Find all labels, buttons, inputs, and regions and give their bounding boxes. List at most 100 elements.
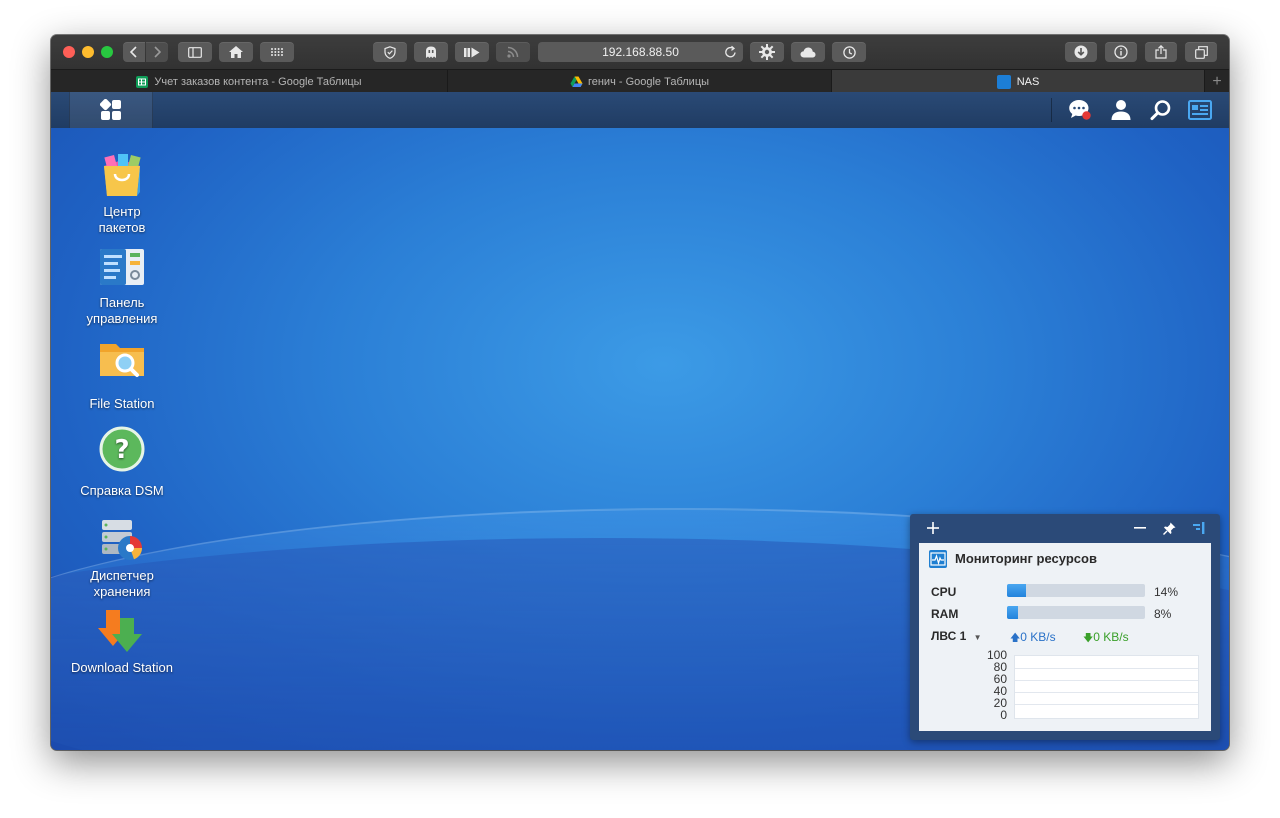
- close-window-button[interactable]: [63, 46, 75, 58]
- download-icon: [1074, 45, 1088, 59]
- desktop-icon-package-center[interactable]: Центр пакетов: [62, 152, 182, 236]
- resource-monitor-icon: [929, 550, 947, 568]
- taskbar-separator: [1051, 98, 1052, 122]
- widget-panel: Мониторинг ресурсов CPU 14% RAM 8% ЛВС 1…: [910, 514, 1220, 740]
- desktop-icon-help[interactable]: ? Справка DSM: [62, 425, 182, 499]
- widget-title: Мониторинг ресурсов: [955, 551, 1097, 566]
- apps-grid-icon: [100, 99, 121, 120]
- grid-icon: [271, 48, 283, 56]
- zoom-window-button[interactable]: [101, 46, 113, 58]
- settings-extension-button[interactable]: [750, 42, 784, 62]
- downloads-button[interactable]: [1065, 42, 1097, 62]
- user-menu-button[interactable]: [1103, 92, 1139, 128]
- minimize-window-button[interactable]: [82, 46, 94, 58]
- sidebar-button[interactable]: [178, 42, 212, 62]
- cpu-label: CPU: [931, 585, 957, 599]
- info-button[interactable]: [1105, 42, 1137, 62]
- history-extension-button[interactable]: [832, 42, 866, 62]
- ghost-icon: [426, 46, 436, 58]
- minus-icon: [1134, 527, 1146, 529]
- desktop-icon-storage-manager[interactable]: Диспетчер хранения: [62, 516, 182, 600]
- tab-overview-button[interactable]: [1185, 42, 1217, 62]
- search-button[interactable]: [1143, 92, 1179, 128]
- tab-label: генич - Google Таблицы: [587, 75, 710, 88]
- browser-toolbar: 192.168.88.50: [51, 35, 1229, 69]
- tick-0: 0: [1000, 708, 1007, 722]
- ram-usage-fill: [1007, 606, 1019, 619]
- google-sheets-icon: [136, 75, 149, 88]
- gridline: [1015, 704, 1198, 705]
- minimize-widget-button[interactable]: [1131, 519, 1149, 537]
- chart-y-ticks: 100 80 60 40 20 0: [981, 649, 1007, 721]
- tab-orders-sheet[interactable]: Учет заказов контента - Google Таблицы: [51, 70, 448, 93]
- icon-label: File Station: [89, 396, 155, 411]
- network-chart: [1014, 655, 1199, 719]
- desktop-icon-file-station[interactable]: File Station: [62, 334, 182, 412]
- gridline: [1015, 668, 1198, 669]
- gridline: [1015, 692, 1198, 693]
- share-button[interactable]: [1145, 42, 1177, 62]
- gridline: [1015, 680, 1198, 681]
- address-text: 192.168.88.50: [602, 45, 679, 59]
- media-extension-button[interactable]: [455, 42, 489, 62]
- cloud-extension-button[interactable]: [791, 42, 825, 62]
- chevron-right-icon: [154, 46, 161, 58]
- upload-arrow-icon: 🡅: [1010, 633, 1021, 644]
- help-icon: ?: [98, 425, 146, 473]
- pin-icon: [1162, 522, 1175, 535]
- home-button[interactable]: [219, 42, 253, 62]
- download-speed-value: 0 KB/s: [1093, 630, 1129, 644]
- clock-icon: [842, 45, 856, 59]
- shield-icon: [384, 45, 396, 59]
- google-drive-icon: [570, 76, 583, 88]
- shield-extension-button[interactable]: [373, 42, 407, 62]
- tab-genich-sheet[interactable]: генич - Google Таблицы: [448, 70, 832, 93]
- dsm-desktop: Центр пакетов Панель управления File Sta…: [51, 128, 1229, 750]
- network-selector[interactable]: ЛВС 1 ▼: [931, 629, 982, 643]
- play-icon: [464, 47, 480, 57]
- ram-percent: 8%: [1154, 607, 1172, 621]
- pin-widget-button[interactable]: [1160, 519, 1178, 537]
- info-icon: [1114, 45, 1128, 59]
- plus-icon: [927, 522, 939, 534]
- add-widget-button[interactable]: [924, 519, 942, 537]
- gear-icon: [759, 44, 775, 60]
- rss-button[interactable]: [496, 42, 530, 62]
- widget-header: [910, 514, 1220, 542]
- dsm-taskbar: [51, 92, 1229, 129]
- upload-speed-value: 0 KB/s: [1020, 630, 1056, 644]
- resource-monitor-widget: Мониторинг ресурсов CPU 14% RAM 8% ЛВС 1…: [919, 543, 1211, 731]
- dsm-icon: [996, 74, 1011, 89]
- notifications-button[interactable]: [1062, 92, 1098, 128]
- download-arrow-icon: 🡇: [1083, 633, 1094, 644]
- ghostery-extension-button[interactable]: [414, 42, 448, 62]
- desktop-icon-download-station[interactable]: Download Station: [62, 608, 182, 676]
- back-button[interactable]: [123, 42, 145, 62]
- top-sites-button[interactable]: [260, 42, 294, 62]
- tab-label: Учет заказов контента - Google Таблицы: [154, 75, 362, 88]
- tab-nas[interactable]: NAS: [832, 70, 1205, 93]
- new-tab-button[interactable]: +: [1205, 70, 1229, 93]
- upload-speed: 🡅0 KB/s: [1010, 630, 1056, 648]
- download-station-icon: [98, 608, 146, 656]
- widgets-button[interactable]: [1182, 92, 1218, 128]
- address-bar[interactable]: 192.168.88.50: [538, 42, 743, 62]
- search-icon: [1150, 100, 1171, 121]
- control-panel-icon: [98, 243, 146, 291]
- widgets-icon: [1188, 100, 1212, 120]
- download-speed: 🡇0 KB/s: [1083, 630, 1129, 648]
- package-center-icon: [98, 152, 146, 200]
- ram-label: RAM: [931, 607, 959, 621]
- reload-icon[interactable]: [724, 45, 737, 59]
- icon-label: Download Station: [71, 660, 173, 675]
- tab-bar: Учет заказов контента - Google Таблицы г…: [51, 69, 1229, 93]
- forward-button[interactable]: [146, 42, 168, 62]
- icon-label: Справка DSM: [80, 483, 164, 498]
- main-menu-button[interactable]: [69, 92, 153, 128]
- icon-label: Центр пакетов: [98, 204, 146, 235]
- desktop-icon-control-panel[interactable]: Панель управления: [62, 243, 182, 327]
- rss-icon: [507, 46, 519, 58]
- cpu-percent: 14%: [1154, 585, 1179, 599]
- collapse-widgets-button[interactable]: [1189, 519, 1207, 537]
- icon-label: Панель управления: [86, 295, 158, 326]
